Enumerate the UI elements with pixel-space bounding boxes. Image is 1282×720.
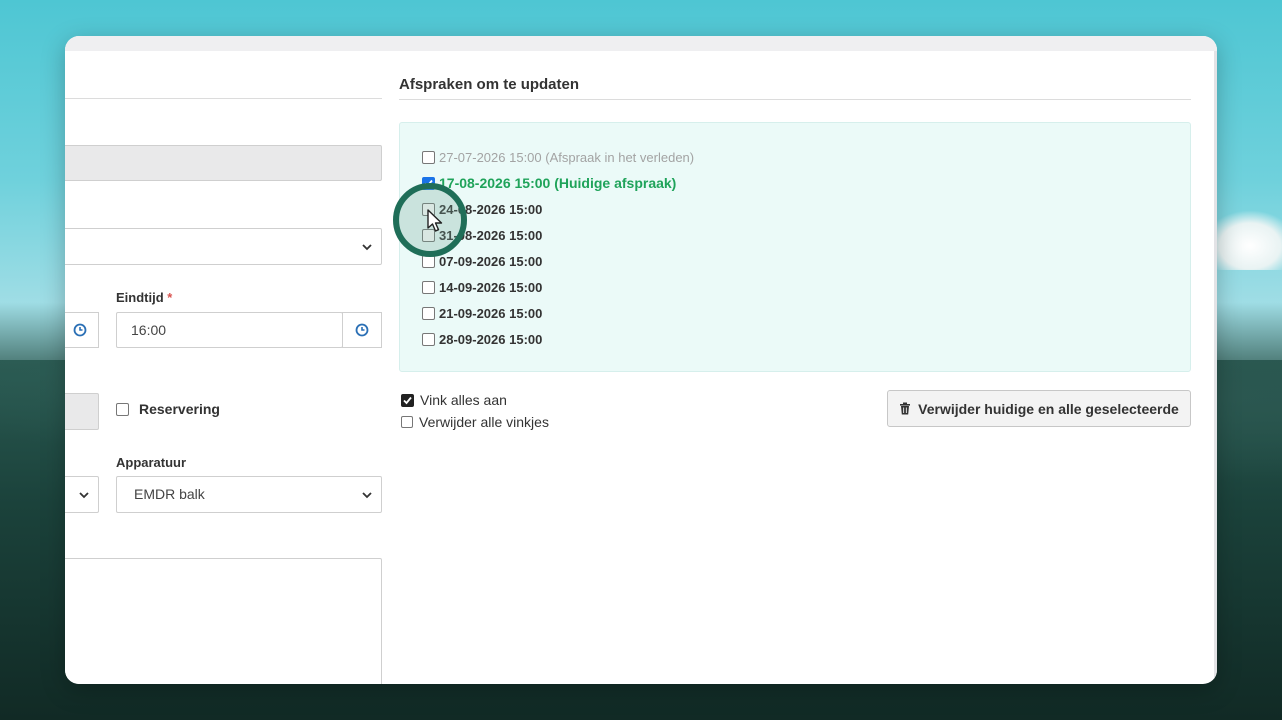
chevron-down-icon bbox=[362, 243, 372, 250]
delete-button-label: Verwijder huidige en alle geselecteerde bbox=[918, 400, 1179, 417]
clock-icon bbox=[73, 323, 87, 337]
appointment-label: 17-08-2026 15:00 (Huidige afspraak) bbox=[439, 175, 677, 191]
appointment-row[interactable]: 27-07-2026 15:00 (Afspraak in het verled… bbox=[422, 148, 694, 166]
delete-selected-button[interactable]: Verwijder huidige en alle geselecteerde bbox=[887, 390, 1191, 427]
end-time-value: 16:00 bbox=[131, 322, 167, 338]
appointments-panel: 27-07-2026 15:00 (Afspraak in het verled… bbox=[399, 122, 1191, 372]
reservation-checkbox-row[interactable]: Reservering bbox=[116, 401, 220, 417]
appointment-label: 28-09-2026 15:00 bbox=[439, 331, 543, 347]
check-all-option[interactable]: Vink alles aan bbox=[401, 392, 507, 408]
end-time-clock-button[interactable] bbox=[342, 312, 382, 348]
readonly-field bbox=[65, 145, 382, 181]
appointment-checkbox[interactable] bbox=[422, 150, 435, 164]
chevron-down-icon bbox=[79, 491, 89, 498]
trash-icon bbox=[900, 402, 911, 415]
readonly-field-small bbox=[65, 393, 99, 430]
uncheck-all-checkbox[interactable] bbox=[401, 416, 413, 428]
chevron-down-icon bbox=[362, 491, 372, 498]
notes-textarea[interactable] bbox=[65, 558, 382, 684]
end-time-input[interactable]: 16:00 bbox=[116, 312, 343, 348]
equipment-select[interactable]: EMDR balk bbox=[116, 476, 382, 513]
appointment-label: 21-09-2026 15:00 bbox=[439, 305, 543, 321]
end-time-label: Eindtijd * bbox=[116, 290, 173, 305]
window-top-bar bbox=[65, 36, 1217, 51]
clock-icon bbox=[355, 323, 369, 337]
appointment-row[interactable]: 28-09-2026 15:00 bbox=[422, 330, 542, 348]
uncheck-all-label: Verwijder alle vinkjes bbox=[419, 414, 549, 430]
appointment-checkbox[interactable] bbox=[422, 306, 435, 320]
appointment-window: Eindtijd * 16:00 Reservering Apparatuur … bbox=[65, 36, 1217, 684]
appointment-checkbox[interactable] bbox=[422, 332, 435, 346]
appointment-label: 14-09-2026 15:00 bbox=[439, 279, 543, 295]
appointment-label: 07-09-2026 15:00 bbox=[439, 253, 543, 269]
check-all-label: Vink alles aan bbox=[420, 392, 507, 408]
section-divider bbox=[399, 99, 1191, 100]
equipment-value: EMDR balk bbox=[134, 486, 205, 502]
appointment-label: 27-07-2026 15:00 (Afspraak in het verled… bbox=[439, 149, 695, 165]
appointment-row-current[interactable]: 17-08-2026 15:00 (Huidige afspraak) bbox=[422, 174, 676, 192]
equipment-label: Apparatuur bbox=[116, 455, 187, 470]
section-title: Afspraken om te updaten bbox=[399, 76, 580, 93]
mouse-pointer-icon bbox=[427, 209, 443, 232]
reservation-checkbox[interactable] bbox=[116, 402, 129, 416]
select-field[interactable] bbox=[65, 228, 382, 265]
appointment-row[interactable]: 21-09-2026 15:00 bbox=[422, 304, 542, 322]
window-scroll-edge bbox=[1214, 51, 1217, 684]
uncheck-all-option[interactable]: Verwijder alle vinkjes bbox=[401, 414, 549, 430]
start-time-clock-button[interactable] bbox=[65, 312, 99, 348]
reservation-label: Reservering bbox=[139, 401, 220, 417]
check-all-checkbox[interactable] bbox=[401, 393, 414, 407]
left-divider bbox=[65, 98, 382, 99]
appointment-checkbox[interactable] bbox=[422, 280, 435, 294]
select-field-small[interactable] bbox=[65, 476, 99, 513]
appointment-row[interactable]: 14-09-2026 15:00 bbox=[422, 278, 542, 296]
